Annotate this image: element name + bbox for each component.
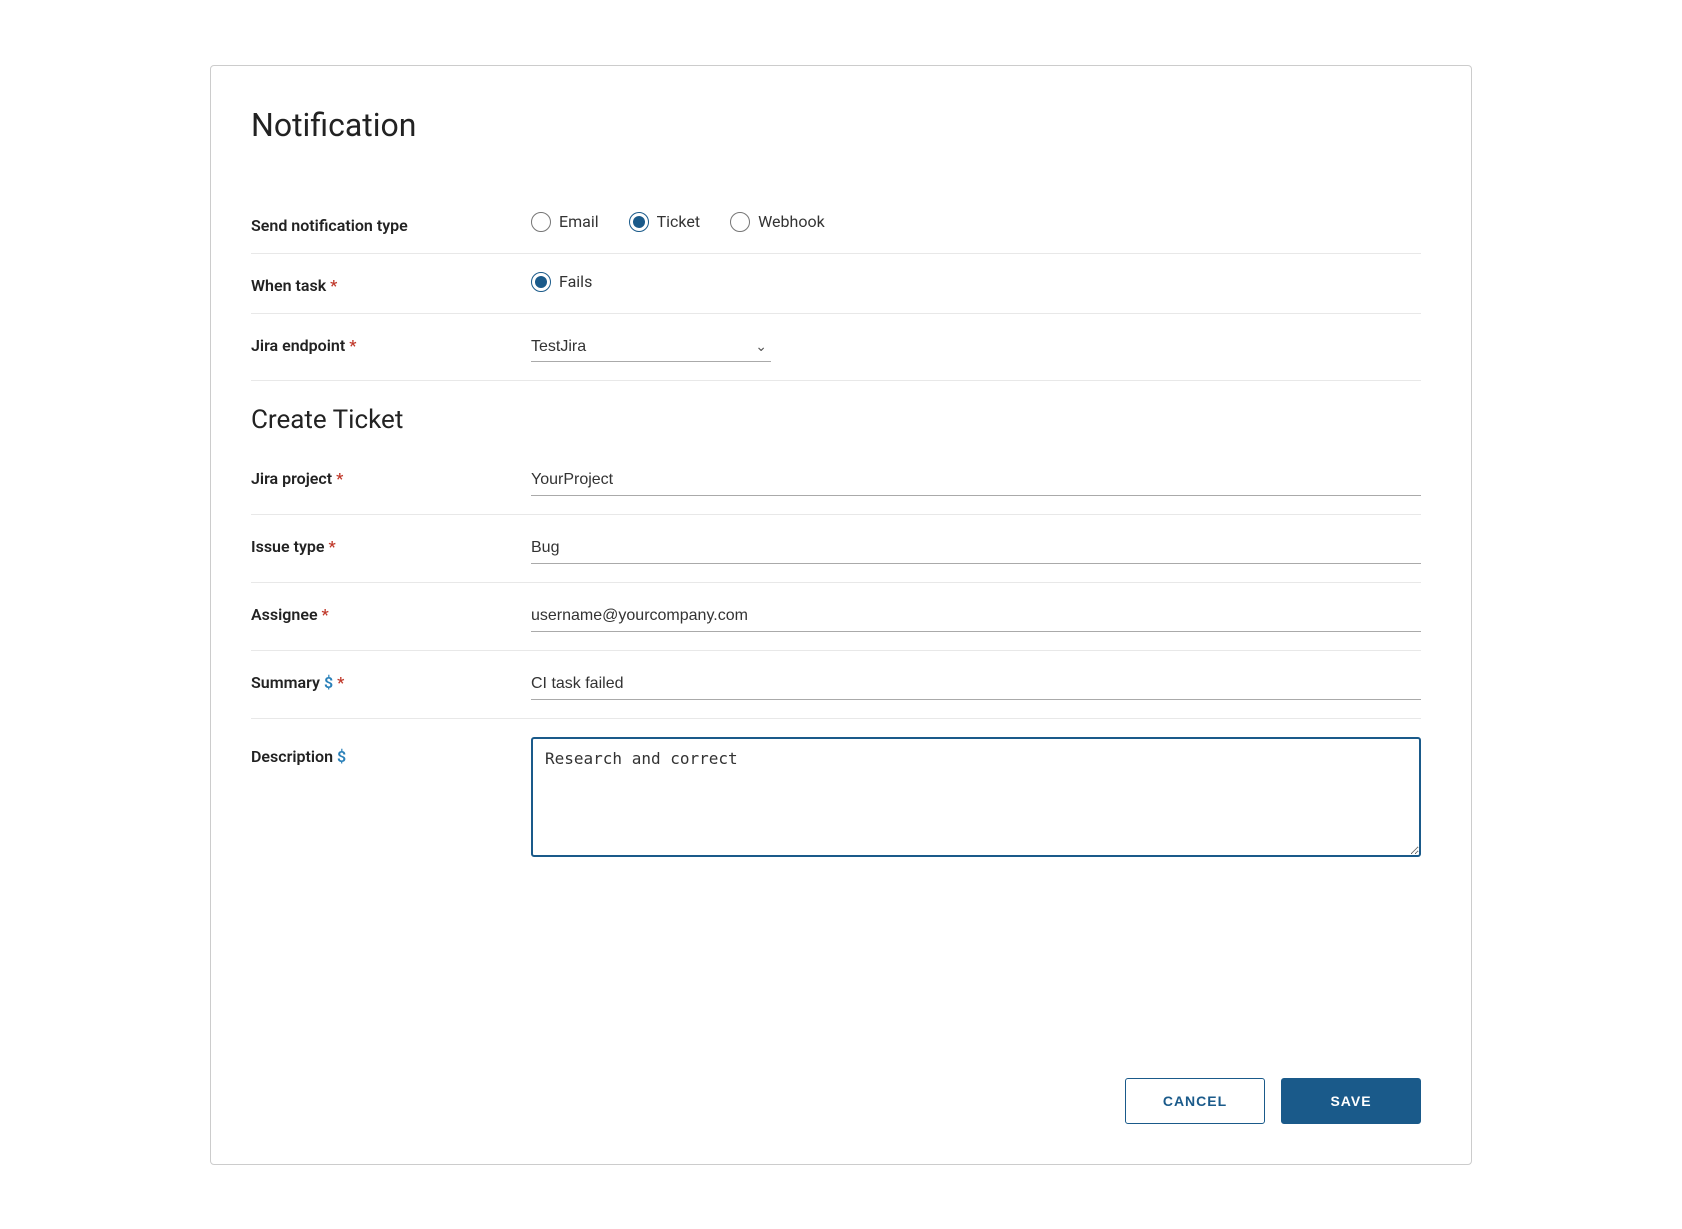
ticket-radio-text: Ticket (657, 212, 700, 231)
issue-type-required-star: * (329, 537, 336, 556)
fails-radio[interactable] (531, 272, 551, 292)
issue-type-input[interactable] (531, 533, 1421, 564)
webhook-radio[interactable] (730, 212, 750, 232)
save-button[interactable]: SAVE (1281, 1078, 1421, 1124)
jira-endpoint-required-star: * (349, 336, 356, 355)
when-task-required-star: * (330, 276, 337, 295)
jira-endpoint-select[interactable]: TestJira Jira2 Jira3 (531, 332, 771, 362)
jira-endpoint-control: TestJira Jira2 Jira3 ⌄ (531, 332, 1421, 362)
summary-row: Summary $ * (251, 651, 1421, 718)
jira-project-label: Jira project * (251, 465, 531, 488)
description-textarea[interactable]: Research and correct (531, 737, 1421, 857)
form-section: Send notification type Email Ticket Webh… (251, 194, 1421, 879)
webhook-radio-label[interactable]: Webhook (730, 212, 825, 232)
assignee-input[interactable] (531, 601, 1421, 632)
email-radio-label[interactable]: Email (531, 212, 599, 232)
jira-project-required-star: * (336, 469, 343, 488)
cancel-button[interactable]: CANCEL (1125, 1078, 1265, 1124)
jira-endpoint-label: Jira endpoint * (251, 332, 531, 355)
page-title: Notification (251, 106, 1421, 144)
fails-radio-text: Fails (559, 272, 592, 291)
issue-type-label: Issue type * (251, 533, 531, 556)
fails-radio-label[interactable]: Fails (531, 272, 592, 292)
jira-project-input[interactable] (531, 465, 1421, 496)
ticket-radio[interactable] (629, 212, 649, 232)
summary-required-star: * (337, 673, 344, 692)
when-task-label: When task * (251, 272, 531, 295)
summary-dollar-sign: $ (324, 673, 333, 692)
issue-type-control (531, 533, 1421, 564)
jira-project-control (531, 465, 1421, 496)
assignee-label: Assignee * (251, 601, 531, 624)
notification-type-control: Email Ticket Webhook (531, 212, 1421, 232)
issue-type-row: Issue type * (251, 515, 1421, 582)
ticket-radio-label[interactable]: Ticket (629, 212, 700, 232)
when-task-row: When task * Fails (251, 254, 1421, 313)
create-ticket-section-title: Create Ticket (251, 381, 1421, 447)
summary-input[interactable] (531, 669, 1421, 700)
summary-control (531, 669, 1421, 700)
webhook-radio-text: Webhook (758, 212, 825, 231)
notification-type-row: Send notification type Email Ticket Webh… (251, 194, 1421, 253)
jira-endpoint-row: Jira endpoint * TestJira Jira2 Jira3 ⌄ (251, 314, 1421, 380)
email-radio-text: Email (559, 212, 599, 231)
description-dollar-sign: $ (337, 747, 346, 766)
description-row: Description $ Research and correct (251, 719, 1421, 879)
email-radio[interactable] (531, 212, 551, 232)
description-control: Research and correct (531, 737, 1421, 861)
notification-type-label: Send notification type (251, 212, 531, 235)
assignee-control (531, 601, 1421, 632)
assignee-required-star: * (322, 605, 329, 624)
description-label: Description $ (251, 737, 531, 766)
jira-project-row: Jira project * (251, 447, 1421, 514)
buttons-row: CANCEL SAVE (251, 1018, 1421, 1124)
summary-label: Summary $ * (251, 669, 531, 692)
jira-endpoint-dropdown-container: TestJira Jira2 Jira3 ⌄ (531, 332, 771, 362)
when-task-control: Fails (531, 272, 1421, 292)
assignee-row: Assignee * (251, 583, 1421, 650)
notification-dialog: Notification Send notification type Emai… (210, 65, 1472, 1165)
